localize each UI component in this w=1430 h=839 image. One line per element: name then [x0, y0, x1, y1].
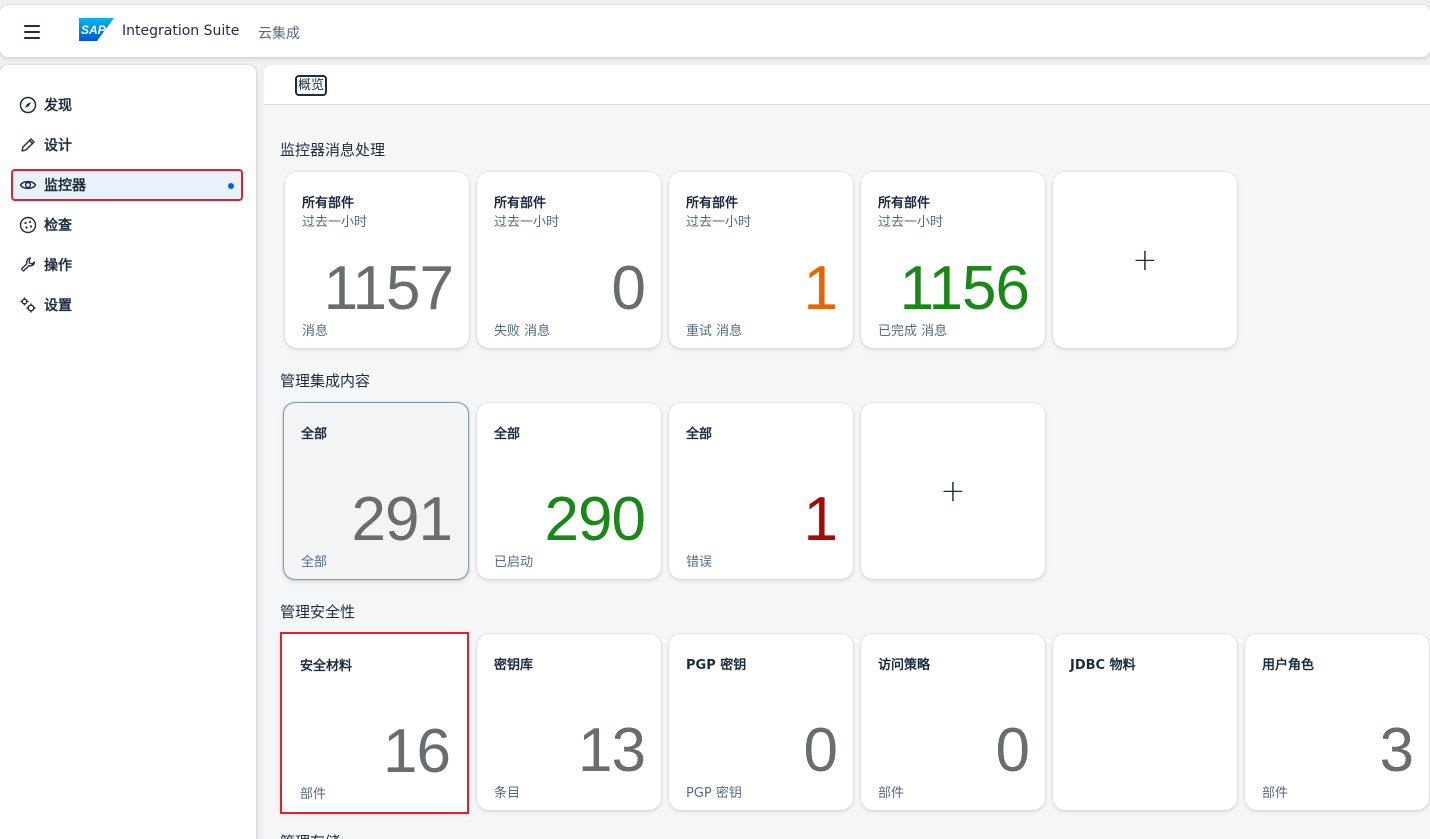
sidebar-item-label: 检查	[44, 218, 72, 234]
main-content: 概览 监控器消息处理 所有部件 过去一小时 1157 消息 所有部件 过去一小时…	[264, 65, 1430, 839]
tile-pgp-keys[interactable]: PGP 密钥 0 PGP 密钥	[669, 634, 853, 810]
tile-footer: 部件	[1262, 786, 1289, 801]
tile-footer: 全部	[301, 555, 328, 570]
tile-all-messages[interactable]: 所有部件 过去一小时 1157 消息	[285, 172, 469, 348]
sidebar-item-label: 操作	[44, 258, 72, 274]
menu-icon[interactable]	[17, 22, 47, 42]
sidebar-item-design[interactable]: 设计	[11, 129, 243, 161]
tile-failed-messages[interactable]: 所有部件 过去一小时 0 失败 消息	[477, 172, 661, 348]
tile-error-content[interactable]: 全部 1 错误	[669, 403, 853, 579]
tab-overview[interactable]: 概览	[295, 75, 328, 96]
tile-title: PGP 密钥	[686, 658, 747, 673]
tile-title: 安全材料	[300, 659, 353, 674]
inspect-icon	[19, 216, 37, 234]
sidebar-item-monitor[interactable]: 监控器	[11, 169, 243, 201]
tile-title: 所有部件	[686, 196, 739, 211]
sidebar-item-label: 监控器	[44, 178, 86, 194]
tile-title: 用户角色	[1262, 658, 1315, 673]
wrench-icon	[19, 256, 37, 274]
selection-indicator	[228, 183, 234, 189]
tile-value: 16	[383, 717, 451, 786]
tile-value: 0	[611, 254, 646, 323]
tile-title: 全部	[686, 427, 713, 442]
tile-value: 0	[803, 716, 838, 785]
section-title-integration-content: 管理集成内容	[280, 372, 371, 390]
tile-title: 所有部件	[494, 196, 547, 211]
tile-security-material[interactable]: 安全材料 16 部件	[280, 632, 469, 814]
tile-value: 0	[995, 716, 1030, 785]
tile-title: JDBC 物料	[1070, 658, 1136, 673]
tile-subtitle: 过去一小时	[494, 215, 560, 230]
eye-icon	[19, 176, 37, 194]
tile-retry-messages[interactable]: 所有部件 过去一小时 1 重试 消息	[669, 172, 853, 348]
tile-footer: 已启动	[494, 555, 534, 570]
tile-jdbc-material[interactable]: JDBC 物料	[1053, 634, 1237, 810]
pencil-icon	[19, 136, 37, 154]
sidebar-item-discover[interactable]: 发现	[11, 89, 243, 121]
sidebar-item-settings[interactable]: 设置	[11, 289, 243, 321]
add-tile-button[interactable]: +	[1053, 172, 1237, 348]
tile-user-roles[interactable]: 用户角色 3 部件	[1245, 634, 1429, 810]
compass-icon	[19, 96, 37, 114]
tile-value: 291	[351, 485, 453, 554]
tile-footer: 重试 消息	[686, 324, 743, 339]
tile-access-policies[interactable]: 访问策略 0 部件	[861, 634, 1045, 810]
tile-all-content[interactable]: 全部 291 全部	[283, 402, 469, 580]
tile-value: 13	[578, 716, 646, 785]
tile-subtitle: 过去一小时	[878, 215, 944, 230]
tile-footer: 消息	[302, 324, 329, 339]
plus-icon: +	[1132, 242, 1158, 278]
gears-icon	[19, 296, 37, 314]
tile-subtitle: 过去一小时	[686, 215, 752, 230]
app-subtitle: 云集成	[258, 26, 300, 42]
tile-title: 所有部件	[302, 196, 355, 211]
tile-footer: 部件	[300, 787, 327, 802]
tile-completed-messages[interactable]: 所有部件 过去一小时 1156 已完成 消息	[861, 172, 1045, 348]
tile-footer: PGP 密钥	[686, 786, 742, 801]
sap-logo[interactable]: SAP	[79, 18, 114, 41]
tile-keystore[interactable]: 密钥库 13 条目	[477, 634, 661, 810]
plus-icon: +	[940, 473, 966, 509]
shell-bar: SAP Integration Suite 云集成	[0, 5, 1430, 57]
sidebar-item-label: 发现	[44, 98, 72, 114]
tile-footer: 条目	[494, 786, 521, 801]
section-title-storage: 管理存储	[280, 831, 340, 839]
tile-started-content[interactable]: 全部 290 已启动	[477, 403, 661, 579]
tile-value: 290	[544, 485, 646, 554]
tile-title: 密钥库	[494, 658, 534, 673]
sidebar-item-label: 设计	[44, 138, 72, 154]
tile-value: 1	[803, 254, 838, 323]
add-tile-button[interactable]: +	[861, 403, 1045, 579]
tile-footer: 部件	[878, 786, 905, 801]
tile-footer: 已完成 消息	[878, 324, 948, 339]
sidebar-item-inspect[interactable]: 检查	[11, 209, 243, 241]
side-navigation: 发现 设计 监控器 检查 操作 设置	[0, 65, 256, 839]
tab-bar: 概览	[264, 65, 1430, 105]
sidebar-item-label: 设置	[44, 298, 72, 314]
tile-value: 3	[1379, 716, 1414, 785]
section-title-message-processing: 监控器消息处理	[280, 141, 386, 159]
tile-subtitle: 过去一小时	[302, 215, 368, 230]
sidebar-item-operations[interactable]: 操作	[11, 249, 243, 281]
tile-title: 全部	[301, 427, 328, 442]
tile-value: 1	[803, 485, 838, 554]
tile-value: 1157	[323, 254, 454, 323]
tile-value: 1156	[899, 254, 1030, 323]
tile-title: 访问策略	[878, 658, 931, 673]
section-title-security: 管理安全性	[280, 603, 356, 621]
sap-logo-text: SAP	[81, 23, 107, 37]
tile-footer: 失败 消息	[494, 324, 551, 339]
tile-footer: 错误	[686, 555, 713, 570]
tile-title: 所有部件	[878, 196, 931, 211]
app-title: Integration Suite	[122, 23, 240, 39]
tile-title: 全部	[494, 427, 521, 442]
